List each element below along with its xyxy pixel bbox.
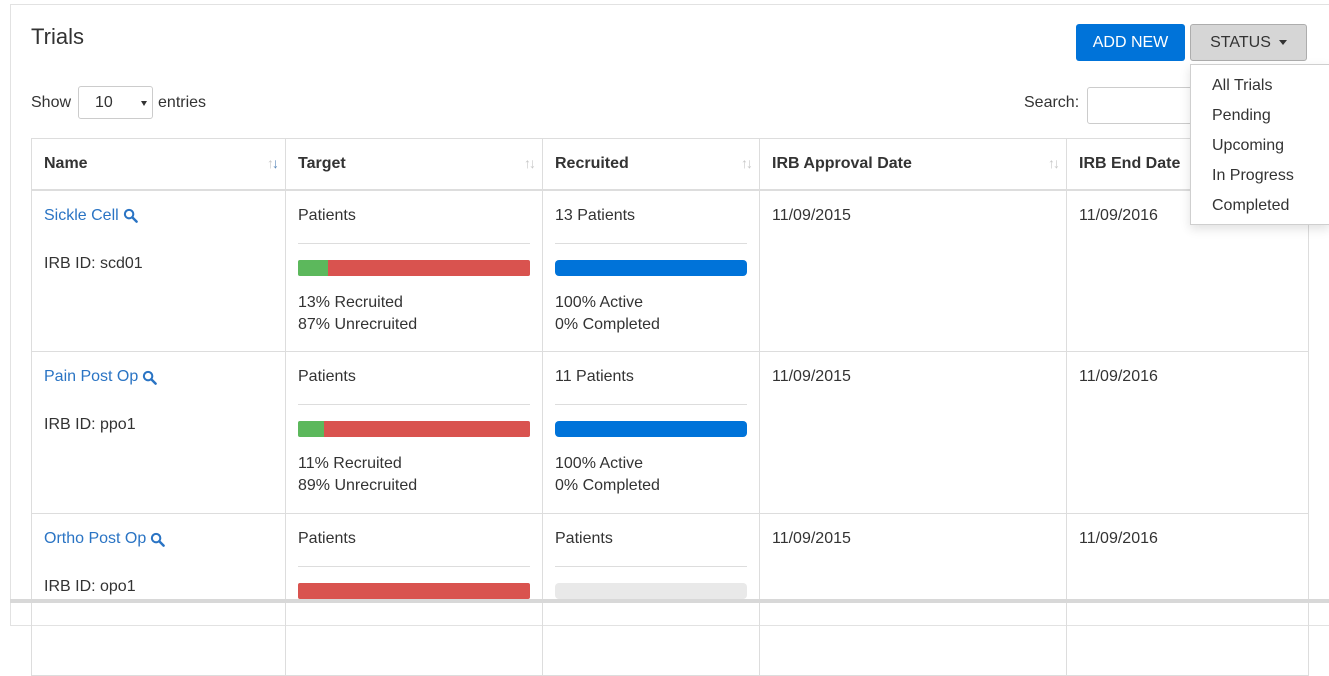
target-cell: Patients 13% Recruited 87% Unrecruited [285,189,543,352]
show-label: Show [31,93,72,111]
recruited-segment [298,259,329,276]
divider [555,404,747,405]
status-menu: All Trials Pending Upcoming In Progress … [1190,64,1329,225]
active-percent: 100% Active [555,293,644,311]
unrecruited-segment [323,421,530,437]
unrecruited-segment [298,583,530,599]
irb-id: IRB ID: opo1 [44,578,136,595]
irb-end-date: 11/09/2016 [1066,513,1309,676]
recruited-cell: Patients [542,513,760,676]
search-icon[interactable] [142,370,158,385]
table-row: Pain Post Op IRB ID: ppo1 Patients 11% R… [31,351,1309,514]
status-menu-item-in-progress[interactable]: In Progress [1191,163,1329,193]
active-progress-bar [555,259,747,276]
status-dropdown-button[interactable]: STATUS [1190,24,1307,61]
add-new-button[interactable]: ADD NEW [1076,24,1185,61]
column-header-irb-approval-date[interactable]: IRB Approval Date ↑↓ [759,138,1067,191]
unrecruited-percent: 89% Unrecruited [298,477,418,494]
recruited-percent: 13% Recruited [298,293,403,311]
recruited-count: Patients [555,530,613,547]
sort-icon: ↑↓ [1048,155,1060,171]
status-menu-item-pending[interactable]: Pending [1191,103,1329,133]
name-cell: Pain Post Op IRB ID: ppo1 [31,351,286,514]
trials-table: Name ↑↓ Target ↑↓ Recruited ↑↓ IRB Appro… [31,138,1309,676]
page-length-control: Show 10 entries [31,86,206,119]
irb-approval-date: 11/09/2015 [759,189,1067,352]
target-label: Patients [298,206,356,224]
status-button-label: STATUS [1210,33,1271,51]
irb-approval-date: 11/09/2015 [759,351,1067,514]
scroll-edge [10,599,1329,603]
target-label: Patients [298,530,356,547]
active-segment [555,259,747,276]
trial-link[interactable]: Pain Post Op [44,368,273,386]
recruitment-progress-bar [298,259,530,276]
completed-percent: 0% Completed [555,315,660,333]
irb-id: IRB ID: ppo1 [44,416,136,433]
divider [298,404,530,405]
column-header-recruited[interactable]: Recruited ↑↓ [542,138,760,191]
active-progress-bar [555,583,747,599]
name-cell: Ortho Post Op IRB ID: opo1 [31,513,286,676]
trial-link[interactable]: Ortho Post Op [44,530,273,548]
search-icon[interactable] [150,532,166,547]
irb-id: IRB ID: scd01 [44,254,143,272]
name-cell: Sickle Cell IRB ID: scd01 [31,189,286,352]
divider [298,242,530,244]
divider [555,242,747,244]
search-icon[interactable] [123,208,138,223]
search-input[interactable] [1087,87,1207,124]
table-row: Sickle Cell IRB ID: scd01 Patients 13% R… [31,189,1309,352]
column-header-target[interactable]: Target ↑↓ [285,138,543,191]
irb-end-date: 11/09/2016 [1066,351,1309,514]
status-menu-item-all-trials[interactable]: All Trials [1191,73,1329,103]
column-header-name[interactable]: Name ↑↓ [31,138,286,191]
status-menu-item-completed[interactable]: Completed [1191,193,1329,223]
recruited-count: 13 Patients [555,206,636,224]
target-cell: Patients 11% Recruited 89% Unrecruited [285,351,543,514]
unrecruited-percent: 87% Unrecruited [298,315,418,333]
entries-select[interactable]: 10 [78,86,154,119]
table-header-row: Name ↑↓ Target ↑↓ Recruited ↑↓ IRB Appro… [31,138,1309,191]
active-percent: 100% Active [555,455,644,472]
entries-label: entries [158,93,207,111]
target-cell: Patients [285,513,543,676]
caret-down-icon [1278,40,1287,45]
active-progress-bar [555,421,747,437]
completed-percent: 0% Completed [555,477,660,494]
irb-approval-date: 11/09/2015 [759,513,1067,676]
page-title: Trials [31,24,84,49]
status-menu-item-upcoming[interactable]: Upcoming [1191,133,1329,163]
recruited-percent: 11% Recruited [298,455,402,472]
search-label: Search: [1024,94,1080,111]
target-label: Patients [298,368,356,385]
divider [555,566,747,567]
select-arrow-icon [141,101,148,106]
recruited-count: 11 Patients [555,368,634,385]
recruitment-progress-bar [298,583,530,599]
unrecruited-segment [328,259,530,276]
recruited-segment [298,421,324,437]
sort-icon: ↑↓ [524,155,536,171]
recruited-cell: 13 Patients 100% Active 0% Completed [542,189,760,352]
entries-value: 10 [95,93,113,111]
table-row: Ortho Post Op IRB ID: opo1 Patients Pati… [31,513,1309,676]
active-segment [555,421,747,437]
sort-desc-icon: ↑↓ [267,155,279,171]
recruitment-progress-bar [298,421,530,437]
divider [298,566,530,567]
trial-link[interactable]: Sickle Cell [44,207,273,225]
recruited-cell: 11 Patients 100% Active 0% Completed [542,351,760,514]
sort-icon: ↑↓ [741,155,753,171]
